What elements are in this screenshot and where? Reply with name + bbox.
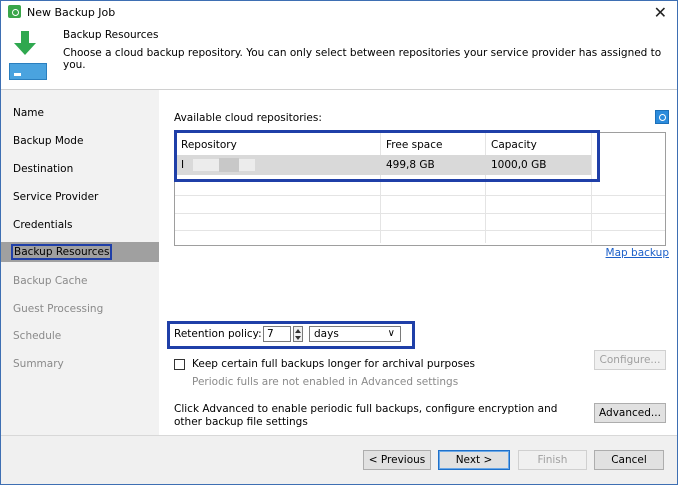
chevron-down-icon: ∨ (387, 328, 395, 339)
retention-value-input[interactable]: 7 (263, 326, 291, 342)
available-repositories-label: Available cloud repositories: (174, 112, 322, 124)
advanced-button[interactable]: Advanced... (594, 403, 666, 423)
wizard-steps-sidebar: Name Backup Mode Destination Service Pro… (1, 90, 159, 435)
periodic-fulls-note: Periodic fulls are not enabled in Advanc… (192, 376, 459, 388)
sidebar-item-destination[interactable]: Destination (1, 159, 159, 179)
configure-button[interactable]: Configure... (594, 350, 666, 370)
wizard-footer: < Previous Next > Finish Cancel (1, 435, 677, 484)
keep-full-backups-label[interactable]: Keep certain full backups longer for arc… (192, 358, 475, 370)
sidebar-item-name[interactable]: Name (1, 103, 159, 123)
retention-policy-label: Retention policy: (174, 328, 262, 340)
next-button[interactable]: Next > (438, 450, 510, 470)
wizard-content: Available cloud repositories: Repository… (159, 90, 677, 435)
retention-unit-value: days (314, 328, 339, 340)
sidebar-item-backup-cache: Backup Cache (13, 275, 88, 287)
close-icon[interactable]: ✕ (654, 3, 667, 22)
sidebar-item-backup-mode[interactable]: Backup Mode (1, 131, 159, 151)
sidebar-item-guest-processing: Guest Processing (13, 303, 104, 315)
retention-unit-select[interactable]: days ∨ (309, 326, 401, 342)
sidebar-item-backup-resources[interactable]: Backup Resources (1, 242, 159, 262)
veeam-app-icon (8, 5, 21, 18)
step-title: Backup Resources (63, 29, 159, 41)
sidebar-item-label: Backup Resources (10, 244, 113, 260)
cancel-button[interactable]: Cancel (594, 450, 664, 470)
highlight-box-repository (174, 130, 600, 182)
sidebar-item-service-provider[interactable]: Service Provider (1, 187, 159, 207)
step-description: Choose a cloud backup repository. You ca… (63, 47, 662, 71)
wizard-header: Backup Resources Choose a cloud backup r… (1, 23, 677, 90)
new-backup-job-window: New Backup Job ✕ Backup Resources Choose… (0, 0, 678, 485)
refresh-icon[interactable] (655, 110, 669, 124)
map-backup-link[interactable]: Map backup (606, 247, 669, 259)
previous-button[interactable]: < Previous (363, 450, 431, 470)
advanced-description: Click Advanced to enable periodic full b… (174, 403, 558, 428)
title-bar: New Backup Job ✕ (1, 1, 677, 23)
sidebar-item-summary: Summary (13, 358, 64, 370)
sidebar-item-schedule: Schedule (13, 330, 62, 342)
backup-to-drive-icon (7, 31, 49, 83)
finish-button[interactable]: Finish (518, 450, 587, 470)
window-title: New Backup Job (27, 6, 116, 19)
retention-stepper[interactable] (293, 326, 303, 342)
keep-full-backups-checkbox[interactable] (174, 359, 185, 370)
sidebar-item-credentials[interactable]: Credentials (1, 215, 159, 235)
